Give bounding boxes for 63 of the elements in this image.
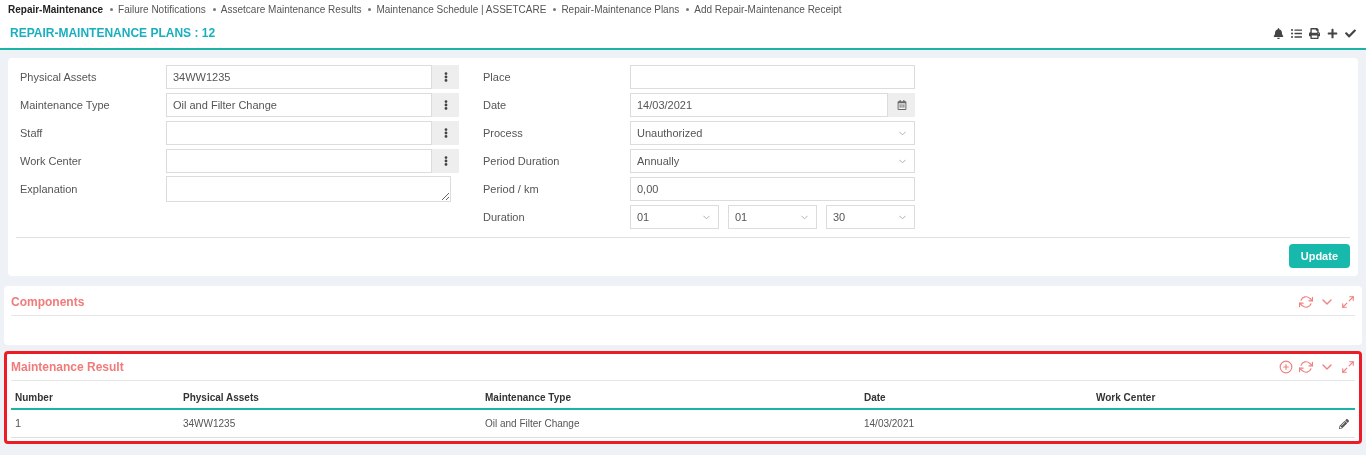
add-icon[interactable] [1279, 360, 1293, 374]
column-header: Number [11, 387, 179, 409]
panel-title: Maintenance Result [11, 359, 124, 376]
expand-icon[interactable] [1341, 360, 1355, 374]
field-label: Period Duration [483, 153, 561, 169]
bullet-icon [686, 7, 690, 11]
field-label: Physical Assets [20, 69, 98, 85]
select-field[interactable]: 30 [826, 205, 915, 229]
field-label: Process [483, 125, 524, 141]
more-button[interactable] [432, 65, 459, 89]
field-label: Duration [483, 209, 526, 225]
field-label: Work Center [20, 153, 83, 169]
field-label: Place [483, 69, 512, 85]
check-icon[interactable] [1345, 27, 1356, 39]
list-icon[interactable] [1291, 27, 1302, 39]
bell-icon[interactable] [1273, 27, 1284, 39]
input-field[interactable]: 0,00 [630, 177, 915, 201]
select-field[interactable]: 01 [630, 205, 719, 229]
select-field[interactable]: Unauthorized [630, 121, 915, 145]
more-button[interactable] [432, 149, 459, 173]
column-header: Date [860, 387, 1092, 409]
more-button[interactable] [432, 93, 459, 117]
column-header: Work Center [1092, 387, 1325, 409]
breadcrumb-link[interactable]: Repair-Maintenance [8, 1, 104, 17]
breadcrumb-link[interactable]: Repair-Maintenance Plans [561, 1, 680, 17]
print-icon[interactable] [1309, 27, 1320, 39]
refresh-icon[interactable] [1299, 360, 1313, 374]
expand-icon[interactable] [1341, 295, 1355, 309]
bullet-icon [553, 7, 557, 11]
page-title: REPAIR-MAINTENANCE PLANS : 12 [10, 25, 216, 42]
input-field[interactable] [630, 65, 915, 89]
field-label: Explanation [20, 181, 79, 197]
panel-title: Components [11, 294, 85, 311]
bullet-icon [212, 7, 216, 11]
breadcrumb-link[interactable]: Failure Notifications [118, 1, 206, 17]
table-cell: 14/03/2021 [864, 417, 915, 429]
refresh-icon[interactable] [1299, 295, 1313, 309]
input-field[interactable] [166, 149, 432, 173]
bullet-icon [368, 7, 372, 11]
column-header: Physical Assets [179, 387, 481, 409]
edit-icon[interactable] [1339, 419, 1349, 430]
field-label: Maintenance Type [20, 97, 111, 113]
input-field[interactable]: 34WW1235 [166, 65, 432, 89]
calendar-button[interactable] [888, 93, 915, 117]
bullet-icon [110, 7, 114, 11]
column-header: Maintenance Type [481, 387, 860, 409]
select-field[interactable]: Annually [630, 149, 915, 173]
field-label: Staff [20, 125, 44, 141]
field-label: Period / km [483, 181, 540, 197]
plus-icon[interactable] [1327, 27, 1338, 39]
breadcrumb-link[interactable]: Assetcare Maintenance Results [220, 1, 362, 17]
select-field[interactable]: 01 [728, 205, 817, 229]
table-cell: 1 [15, 417, 22, 429]
table-cell: 34WW1235 [183, 417, 236, 429]
input-field[interactable] [166, 121, 432, 145]
input-field[interactable]: Oil and Filter Change [166, 93, 432, 117]
breadcrumb-link[interactable]: Add Repair-Maintenance Receipt [694, 1, 842, 17]
date-field[interactable]: 14/03/2021 [630, 93, 888, 117]
breadcrumb-link[interactable]: Maintenance Schedule | ASSETCARE [376, 1, 547, 17]
calendar-icon [896, 100, 907, 110]
table-cell: Oil and Filter Change [485, 417, 580, 429]
field-label: Date [483, 97, 508, 113]
more-button[interactable] [432, 121, 459, 145]
